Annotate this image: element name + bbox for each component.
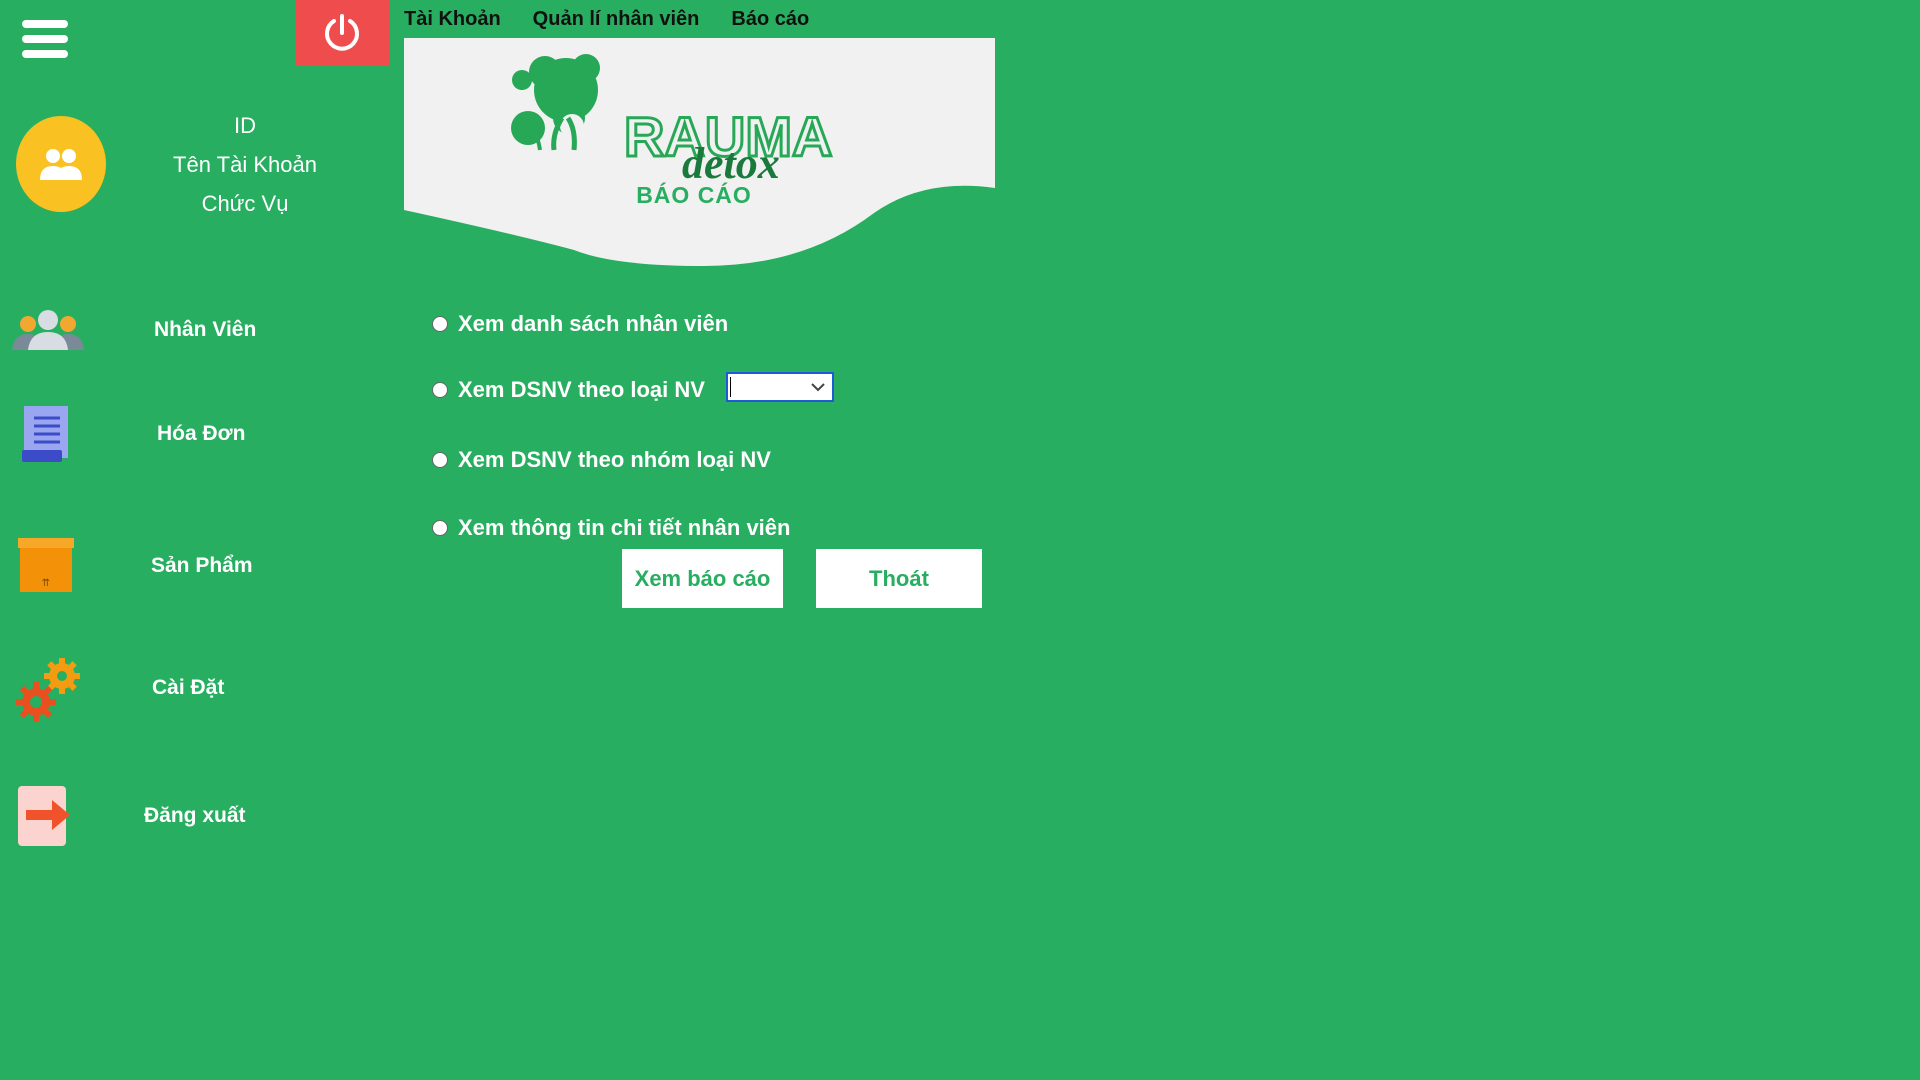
employees-icon — [12, 310, 84, 350]
power-button[interactable] — [295, 0, 389, 65]
sidebar-item-label: Hóa Đơn — [157, 422, 246, 445]
account-name: Tên Tài Khoản — [173, 152, 317, 177]
sidebar-item-nhan-vien[interactable]: Nhân Viên — [0, 300, 380, 380]
option-label: Xem DSNV theo loại NV — [458, 377, 705, 402]
avatar — [16, 116, 106, 212]
exit-button[interactable]: Thoát — [816, 549, 982, 608]
account-info: ID Tên Tài Khoản Chức Vụ — [150, 106, 340, 223]
hamburger-menu-icon[interactable] — [22, 20, 70, 70]
view-report-button[interactable]: Xem báo cáo — [622, 549, 783, 608]
logout-icon — [18, 786, 70, 846]
sidebar-item-label: Sản Phẩm — [151, 554, 253, 577]
radio-button[interactable] — [432, 452, 448, 468]
option-by-type-group[interactable]: Xem DSNV theo nhóm loại NV — [432, 445, 771, 475]
option-label: Xem DSNV theo nhóm loại NV — [458, 447, 771, 472]
radio-button[interactable] — [432, 316, 448, 332]
invoice-icon — [22, 406, 68, 462]
option-employee-detail[interactable]: Xem thông tin chi tiết nhân viên — [432, 513, 790, 543]
radio-button[interactable] — [432, 520, 448, 536]
account-role: Chức Vụ — [201, 191, 289, 216]
employee-type-dropdown[interactable] — [726, 372, 834, 402]
sidebar-item-hoa-don[interactable]: Hóa Đơn — [0, 402, 380, 482]
svg-text:⇈: ⇈ — [42, 578, 50, 589]
option-label: Xem danh sách nhân viên — [458, 311, 729, 336]
option-all-employees[interactable]: Xem danh sách nhân viên — [432, 309, 728, 339]
power-icon — [325, 13, 359, 51]
sidebar-item-label: Nhân Viên — [154, 318, 257, 341]
svg-text:detox: detox — [682, 139, 780, 188]
sidebar-item-san-pham[interactable]: ⇈ Sản Phẩm — [0, 536, 380, 616]
menu-quan-li-nhan-vien[interactable]: Quản lí nhân viên — [533, 8, 700, 31]
users-icon — [40, 149, 82, 180]
radio-button[interactable] — [432, 382, 448, 398]
report-title: BÁO CÁO — [636, 182, 752, 208]
option-label: Xem thông tin chi tiết nhân viên — [458, 515, 791, 540]
settings-gears-icon — [16, 658, 80, 722]
report-banner: RAUMA detox — [404, 38, 995, 266]
text-cursor — [730, 377, 731, 397]
sidebar-item-label: Cài Đặt — [152, 676, 225, 699]
account-id: ID — [234, 113, 256, 138]
product-box-icon: ⇈ — [18, 538, 74, 592]
sidebar-item-dang-xuat[interactable]: Đăng xuất — [0, 784, 380, 864]
sidebar-item-label: Đăng xuất — [144, 804, 246, 827]
menu-bao-cao[interactable]: Báo cáo — [731, 8, 809, 31]
menu-tai-khoan[interactable]: Tài Khoản — [404, 8, 501, 31]
chevron-down-icon — [811, 383, 825, 392]
top-menubar: Tài Khoản Quản lí nhân viên Báo cáo — [404, 0, 841, 38]
sidebar-item-cai-dat[interactable]: Cài Đặt — [0, 656, 380, 736]
option-by-type[interactable]: Xem DSNV theo loại NV — [432, 375, 705, 405]
